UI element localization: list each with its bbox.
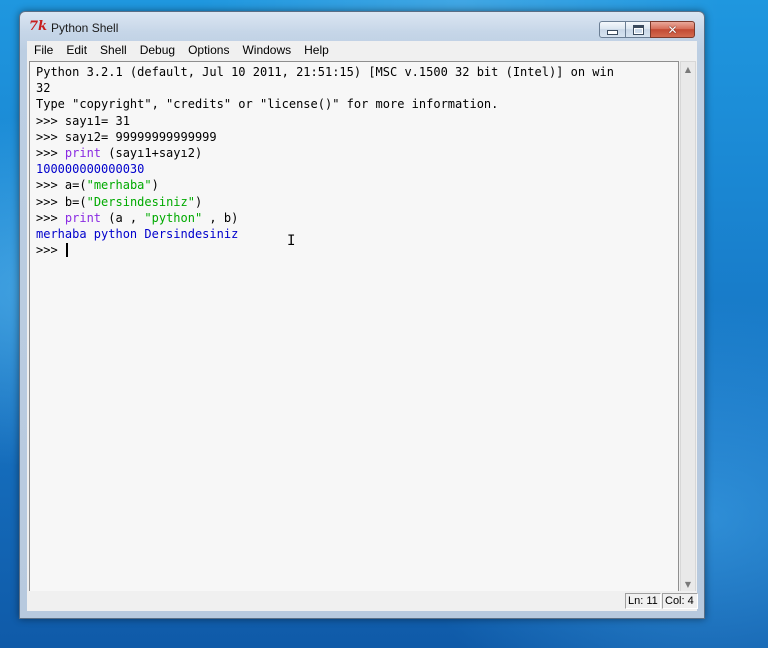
shell-line: >>> print (sayı1+sayı2) bbox=[36, 145, 614, 161]
python-shell-window: 7k Python Shell ✕ File Edit Shell Debug … bbox=[19, 11, 705, 619]
ibeam-cursor-icon: I bbox=[287, 233, 296, 249]
shell-code-segment: 32 bbox=[36, 81, 51, 96]
menu-bar: File Edit Shell Debug Options Windows He… bbox=[27, 41, 697, 60]
shell-code-segment: sayı1= 31 bbox=[64, 113, 130, 128]
menu-help[interactable]: Help bbox=[297, 41, 335, 60]
scroll-up-icon[interactable]: ▲ bbox=[681, 62, 695, 77]
shell-code-segment: >>> bbox=[36, 129, 65, 144]
shell-line: >>> b=("Dersindesiniz") bbox=[36, 194, 614, 210]
shell-text-area[interactable]: Python 3.2.1 (default, Jul 10 2011, 21:5… bbox=[29, 61, 679, 593]
menu-shell[interactable]: Shell bbox=[93, 41, 133, 60]
shell-line: >>> a=("merhaba") bbox=[36, 177, 614, 193]
shell-code-segment: Type "copyright", "credits" or "license(… bbox=[36, 97, 499, 112]
menu-file[interactable]: File bbox=[27, 41, 59, 60]
shell-code-segment: "Dersindesiniz" bbox=[86, 194, 195, 209]
menu-options[interactable]: Options bbox=[181, 41, 235, 60]
shell-line: merhaba python Dersindesiniz bbox=[36, 226, 614, 242]
shell-line: Type "copyright", "credits" or "license(… bbox=[36, 96, 614, 112]
shell-line: >>> bbox=[36, 242, 614, 258]
shell-code-segment: Python 3.2.1 (default, Jul 10 2011, 21:5… bbox=[36, 65, 614, 79]
shell-code-segment: >>> bbox=[36, 243, 65, 258]
menu-windows[interactable]: Windows bbox=[235, 41, 297, 60]
status-bar: Ln: 11 Col: 4 bbox=[27, 591, 698, 611]
status-line-number: Ln: 11 bbox=[625, 593, 661, 609]
shell-code-segment: ) bbox=[194, 194, 203, 209]
shell-code-segment: sayı2= 99999999999999 bbox=[64, 129, 217, 144]
shell-client-area: Python 3.2.1 (default, Jul 10 2011, 21:5… bbox=[27, 60, 698, 611]
shell-code-segment: >>> bbox=[36, 178, 65, 193]
shell-code-segment: >>> bbox=[36, 210, 65, 225]
minimize-icon bbox=[607, 30, 618, 35]
shell-code-segment: print bbox=[64, 145, 102, 160]
vertical-scrollbar[interactable]: ▲ ▼ bbox=[680, 61, 696, 593]
status-column-number: Col: 4 bbox=[662, 593, 698, 609]
shell-line: >>> sayı1= 31 bbox=[36, 113, 614, 129]
shell-output-text: 100000000000030 bbox=[36, 162, 145, 177]
shell-code-segment: "python" bbox=[144, 210, 203, 225]
shell-code-segment: b=( bbox=[64, 194, 87, 209]
maximize-icon bbox=[632, 24, 644, 35]
shell-code-segment: >>> bbox=[36, 194, 65, 209]
shell-code-segment: (sayı1+sayı2) bbox=[101, 145, 203, 160]
minimize-button[interactable] bbox=[599, 21, 626, 38]
shell-line: 100000000000030 bbox=[36, 161, 614, 177]
shell-code-segment: >>> bbox=[36, 113, 65, 128]
shell-output-text: merhaba python Dersindesiniz bbox=[36, 226, 239, 241]
shell-line: >>> sayı2= 99999999999999 bbox=[36, 129, 614, 145]
menu-edit[interactable]: Edit bbox=[59, 41, 93, 60]
shell-code-segment: a=( bbox=[64, 178, 87, 193]
shell-code-segment: (a , bbox=[101, 210, 145, 225]
shell-code-segment: print bbox=[64, 210, 102, 225]
title-bar[interactable]: 7k Python Shell ✕ bbox=[20, 12, 704, 42]
shell-line: 32 bbox=[36, 80, 614, 96]
shell-code-segment: , b) bbox=[202, 210, 239, 225]
window-title: Python Shell bbox=[51, 21, 119, 35]
text-caret bbox=[65, 243, 68, 258]
shell-code-segment: >>> bbox=[36, 145, 65, 160]
menu-debug[interactable]: Debug bbox=[133, 41, 181, 60]
scroll-down-icon[interactable]: ▼ bbox=[681, 577, 695, 592]
shell-code-segment: "merhaba" bbox=[86, 178, 152, 193]
maximize-button[interactable] bbox=[625, 21, 651, 38]
close-icon: ✕ bbox=[667, 22, 678, 37]
shell-line: >>> print (a , "python" , b) bbox=[36, 210, 614, 226]
shell-code-segment: ) bbox=[151, 178, 159, 193]
close-button[interactable]: ✕ bbox=[650, 21, 695, 38]
tk-icon[interactable]: 7k bbox=[29, 20, 47, 34]
shell-output: Python 3.2.1 (default, Jul 10 2011, 21:5… bbox=[36, 64, 614, 258]
shell-line: Python 3.2.1 (default, Jul 10 2011, 21:5… bbox=[36, 64, 614, 80]
